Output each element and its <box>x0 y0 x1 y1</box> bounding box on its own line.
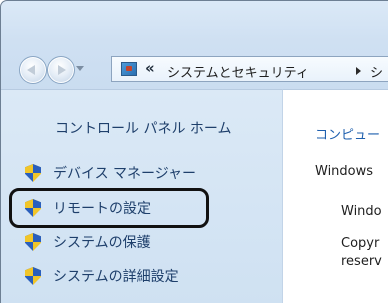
sidebar-item-advanced-system-settings[interactable]: システムの詳細設定 <box>25 265 179 287</box>
forward-arrow-icon <box>58 65 66 75</box>
content-heading: コンピュー <box>315 128 381 143</box>
breadcrumb-chevron-icon[interactable] <box>356 67 361 75</box>
sidebar-item-device-manager[interactable]: デバイス マネージャー <box>25 162 196 184</box>
main-content-pane: コンピュー Windows Windo Copyr reserv <box>282 89 388 303</box>
window-titlebar[interactable] <box>1 1 388 55</box>
navigation-buttons <box>19 56 119 86</box>
history-dropdown-icon[interactable] <box>76 66 84 71</box>
windows-version-text: Windo <box>341 204 382 219</box>
back-button[interactable] <box>19 56 47 84</box>
sidebar-task-list: デバイス マネージャー リモートの設定 システムの保護 システムの詳細設定 <box>1 90 282 303</box>
sidebar-item-system-protection[interactable]: システムの保護 <box>25 231 151 253</box>
forward-button[interactable] <box>47 56 75 84</box>
sidebar-item-label: システムの詳細設定 <box>53 269 179 285</box>
breadcrumb-overflow[interactable]: « <box>145 59 155 77</box>
task-sidebar: コントロール パネル ホーム デバイス マネージャー リモートの設定 システムの… <box>1 89 282 303</box>
windows-edition-label: Windows <box>315 164 374 179</box>
explorer-window: « システムとセキュリティ シ コントロール パネル ホーム デバイス マネージ… <box>0 0 388 303</box>
sidebar-item-label: デバイス マネージャー <box>53 166 197 182</box>
uac-shield-icon <box>25 233 41 251</box>
copyright-text: Copyr <box>341 236 380 251</box>
back-arrow-icon <box>27 65 35 75</box>
uac-shield-icon <box>25 164 41 182</box>
highlight-annotation <box>9 188 209 228</box>
rights-text: reserv <box>341 254 382 269</box>
breadcrumb-system-security[interactable]: システムとセキュリティ <box>167 62 309 81</box>
address-bar[interactable]: « システムとセキュリティ シ <box>111 56 388 82</box>
breadcrumb-next[interactable]: シ <box>370 62 383 81</box>
sidebar-item-label: システムの保護 <box>53 235 151 251</box>
uac-shield-icon <box>25 267 41 285</box>
control-panel-icon <box>121 62 137 76</box>
